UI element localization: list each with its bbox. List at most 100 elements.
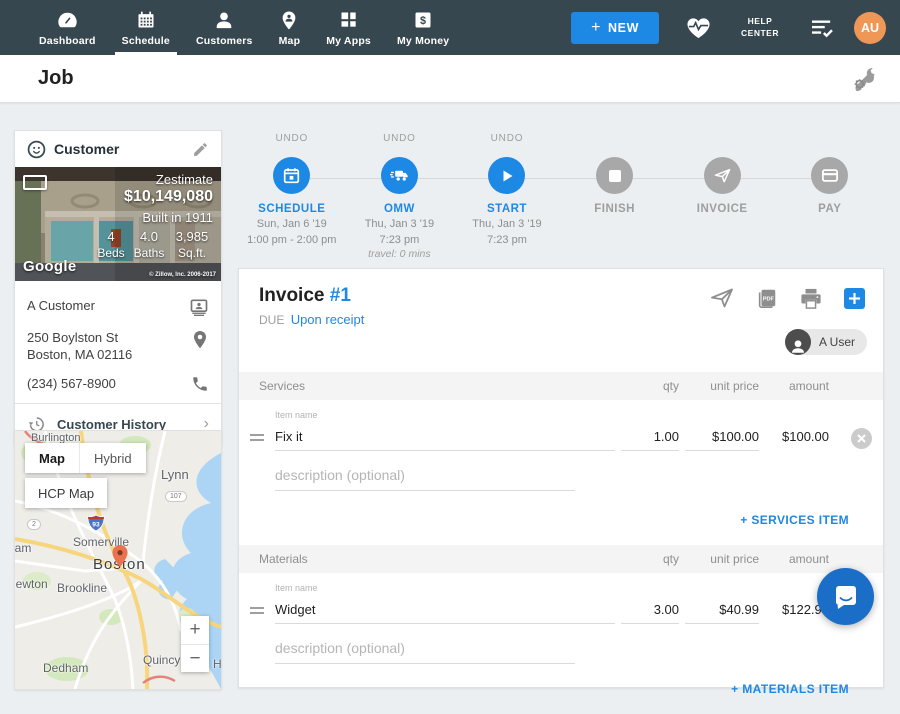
- map-label-newton: Newton: [14, 577, 48, 591]
- customer-address-row: 250 Boylston StBoston, MA 02116: [27, 323, 209, 369]
- nav-item-my-money[interactable]: $ My Money: [384, 0, 462, 55]
- qty-column-header: qty: [615, 379, 679, 393]
- hcp-map-button[interactable]: HCP Map: [25, 478, 107, 508]
- job-location-pin[interactable]: [112, 545, 128, 567]
- step-label[interactable]: FINISH: [594, 203, 635, 215]
- finish-step-button[interactable]: [596, 157, 633, 194]
- contact-card-icon[interactable]: [189, 297, 209, 317]
- due-terms-link[interactable]: Upon receipt: [291, 312, 365, 327]
- address-line2: Boston, MA 02116: [27, 347, 132, 362]
- svg-text:$: $: [420, 15, 426, 27]
- map-pin-icon: [280, 8, 298, 32]
- top-navbar: Dashboard Schedule Customers Map My Apps: [0, 0, 900, 55]
- location-pin-icon[interactable]: [191, 329, 209, 351]
- timeline-step-invoice: INVOICE: [668, 133, 776, 263]
- services-header-label: Services: [259, 379, 305, 393]
- step-date: Sun, Jan 6 '19: [257, 217, 327, 231]
- task-list-icon[interactable]: [810, 18, 834, 38]
- user-avatar[interactable]: AU: [854, 12, 886, 44]
- job-settings-wrench-icon[interactable]: [852, 67, 878, 91]
- drag-handle-icon[interactable]: [250, 431, 264, 444]
- amount-column-header: amount: [759, 379, 839, 393]
- nav-item-dashboard[interactable]: Dashboard: [26, 0, 109, 55]
- health-heart-icon[interactable]: [685, 16, 712, 40]
- item-name-label: Item name: [275, 583, 615, 593]
- customer-card-header: Customer: [15, 131, 221, 167]
- print-icon[interactable]: [800, 288, 822, 309]
- invoice-number[interactable]: #1: [330, 285, 351, 306]
- zoom-in-button[interactable]: +: [181, 616, 209, 644]
- credit-card-icon-button[interactable]: [811, 157, 848, 194]
- omw-step-button[interactable]: [381, 157, 418, 194]
- assigned-user-chip[interactable]: A User: [785, 329, 867, 355]
- step-date: Thu, Jan 3 '19: [365, 217, 434, 231]
- material-item-name-input[interactable]: [275, 599, 615, 624]
- material-qty-input[interactable]: [621, 599, 679, 624]
- new-button-label: NEW: [608, 21, 639, 35]
- calendar-icon: [283, 167, 300, 184]
- nav-label: Dashboard: [39, 35, 96, 47]
- service-item-name-input[interactable]: [275, 426, 615, 451]
- undo-link[interactable]: UNDO: [491, 133, 524, 147]
- help-center-link[interactable]: HELP CENTER: [736, 16, 784, 38]
- zestimate-label: Zestimate: [156, 172, 213, 187]
- add-services-item-link[interactable]: + SERVICES ITEM: [740, 513, 849, 527]
- step-time: 1:00 pm - 2:00 pm: [247, 233, 336, 247]
- main-nav: Dashboard Schedule Customers Map My Apps: [26, 0, 462, 55]
- step-label[interactable]: SCHEDULE: [258, 203, 325, 215]
- add-materials-item-link[interactable]: + MATERIALS ITEM: [731, 682, 849, 696]
- sqft-label: Sq.ft.: [168, 246, 216, 260]
- nav-label: Schedule: [122, 35, 170, 47]
- zoom-out-button[interactable]: −: [181, 644, 209, 672]
- service-description-input[interactable]: [275, 465, 575, 491]
- customer-card-title: Customer: [54, 141, 119, 157]
- map-zoom-controls: + −: [181, 616, 209, 672]
- add-invoice-icon[interactable]: [844, 288, 865, 309]
- invoice-due: DUE Upon receipt: [259, 312, 364, 327]
- send-invoice-icon[interactable]: [710, 288, 734, 308]
- timeline-step-schedule: UNDO SCHEDULE Sun, Jan 6 '19 1:00 pm - 2…: [238, 133, 346, 263]
- customer-name: A Customer: [27, 297, 95, 314]
- route-shield-107: 107: [165, 491, 187, 502]
- map-label-brookline: Brookline: [57, 581, 107, 595]
- edit-pencil-icon[interactable]: [192, 141, 209, 158]
- truck-icon: [390, 168, 409, 183]
- phone-icon[interactable]: [191, 375, 209, 393]
- customers-icon: [213, 8, 235, 32]
- invoice-step-button[interactable]: [704, 157, 741, 194]
- property-photo[interactable]: Zestimate $10,149,080 Built in 1911 4Bed…: [15, 167, 221, 281]
- unit-price-column-header: unit price: [679, 552, 759, 566]
- map-label-waltham: ham: [14, 541, 31, 555]
- undo-link[interactable]: UNDO: [383, 133, 416, 147]
- step-label[interactable]: PAY: [818, 203, 841, 215]
- new-button[interactable]: + NEW: [571, 12, 659, 44]
- nav-label: Map: [279, 35, 301, 47]
- drag-handle-icon[interactable]: [250, 604, 264, 617]
- material-description-input[interactable]: [275, 638, 575, 664]
- undo-link[interactable]: UNDO: [275, 133, 308, 147]
- service-unit-price-input[interactable]: [685, 426, 759, 451]
- invoice-title-text: Invoice: [259, 285, 324, 306]
- pdf-icon[interactable]: PDF: [756, 287, 778, 309]
- invoice-actions: PDF: [710, 287, 865, 309]
- nav-item-my-apps[interactable]: My Apps: [313, 0, 384, 55]
- step-label[interactable]: START: [487, 203, 527, 215]
- map-button[interactable]: Map: [25, 443, 79, 473]
- schedule-step-button[interactable]: [273, 157, 310, 194]
- nav-item-schedule[interactable]: Schedule: [109, 0, 183, 55]
- chat-bubble-icon: [832, 583, 860, 611]
- baths-label: Baths: [130, 246, 168, 260]
- service-qty-input[interactable]: [621, 426, 679, 451]
- street-view-frame-icon[interactable]: [23, 175, 47, 190]
- step-label[interactable]: INVOICE: [697, 203, 748, 215]
- chat-messenger-button[interactable]: [817, 568, 874, 625]
- remove-item-icon[interactable]: [851, 428, 872, 449]
- material-unit-price-input[interactable]: [685, 599, 759, 624]
- timeline-step-finish: FINISH: [561, 133, 669, 263]
- nav-label: Customers: [196, 35, 253, 47]
- nav-item-map[interactable]: Map: [266, 0, 314, 55]
- step-label[interactable]: OMW: [384, 203, 415, 215]
- nav-item-customers[interactable]: Customers: [183, 0, 266, 55]
- hybrid-button[interactable]: Hybrid: [79, 443, 146, 473]
- start-step-button[interactable]: [488, 157, 525, 194]
